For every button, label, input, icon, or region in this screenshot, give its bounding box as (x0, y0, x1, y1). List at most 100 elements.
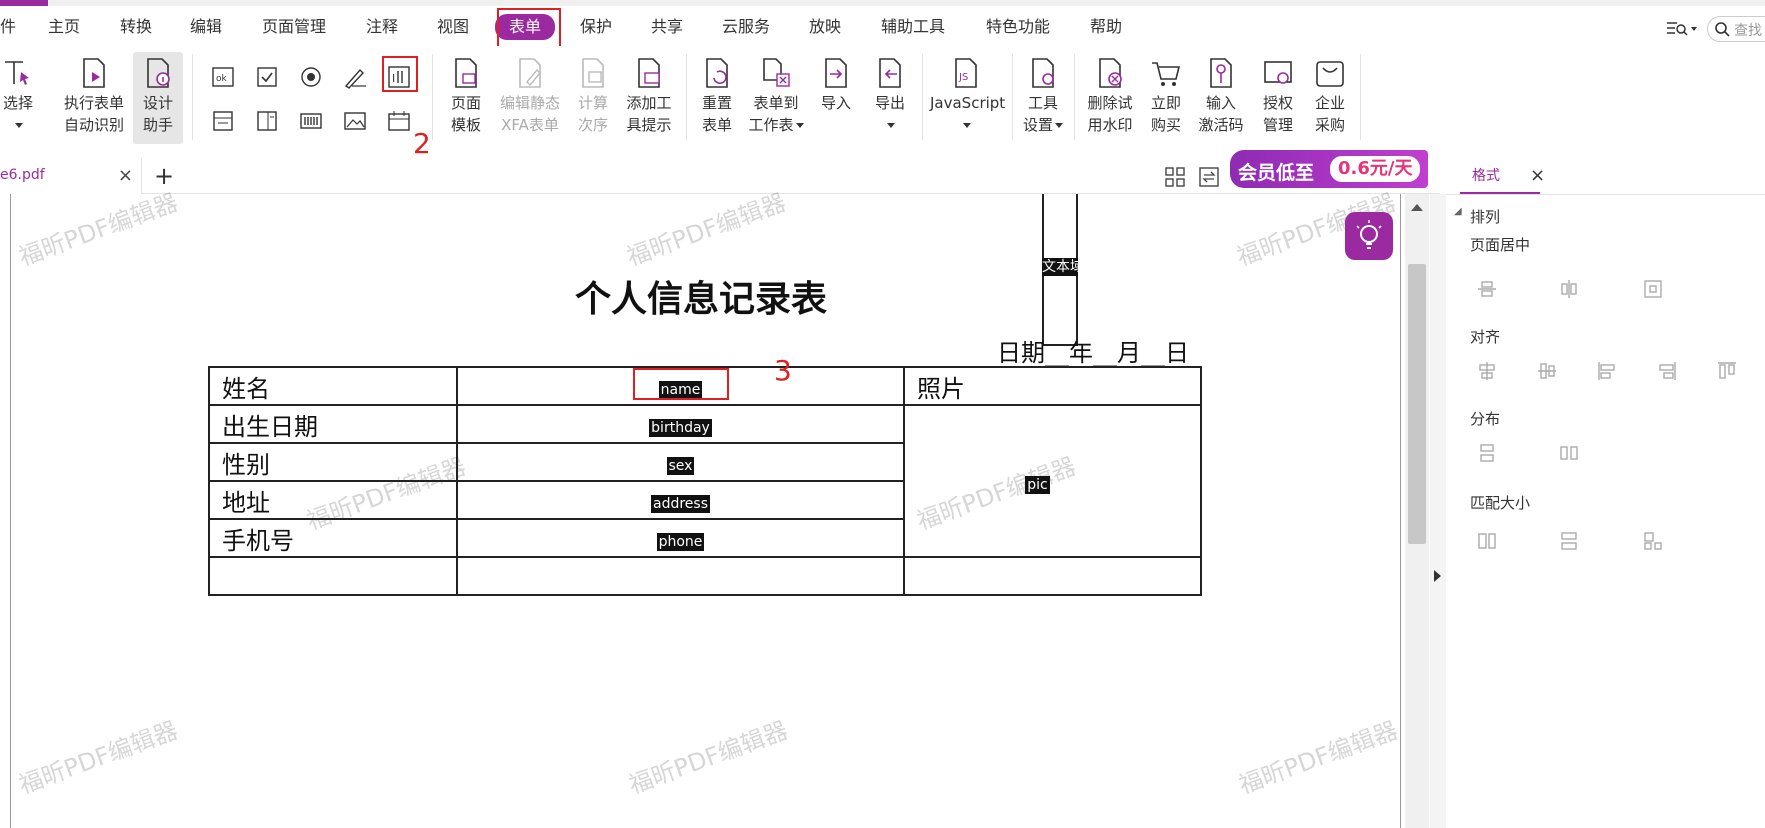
lightbulb-icon (1356, 220, 1382, 249)
select-tool-button[interactable]: 选择 (0, 56, 36, 136)
menu-form[interactable]: 表单 (495, 14, 556, 40)
calc-label-1: 计算 (577, 94, 608, 112)
license-label-2: 管理 (1262, 116, 1293, 134)
export-button[interactable]: 导出 (870, 56, 910, 136)
text-select-icon (5, 61, 29, 85)
reset-form-button[interactable]: 重置 表单 (696, 56, 738, 136)
form-to-sheet-button[interactable]: 表单到 工作表 (744, 56, 808, 136)
panel-collapse-strip[interactable] (1430, 194, 1446, 828)
activate-label-2: 激活码 (1198, 116, 1244, 134)
signature-field-icon[interactable] (342, 64, 368, 90)
match-width-icon[interactable] (1476, 530, 1498, 552)
align-right-icon[interactable] (1656, 360, 1678, 382)
menu-page-manage[interactable]: 页面管理 (262, 16, 326, 38)
grid-view-icon[interactable] (1164, 166, 1186, 188)
image-field-icon[interactable] (342, 108, 368, 134)
run-form-icon (83, 58, 105, 88)
import-button[interactable]: 导入 (816, 56, 856, 114)
tool-settings-button[interactable]: 工具 设置 (1020, 56, 1066, 136)
menu-features[interactable]: 特色功能 (986, 16, 1050, 38)
to-sheet-caret-icon (795, 123, 804, 128)
buy-now-button[interactable]: 立即 购买 (1146, 56, 1186, 136)
center-horizontal-icon[interactable] (1476, 278, 1498, 300)
search-options-icon[interactable] (1665, 18, 1699, 40)
form-field-pic[interactable]: pic (1025, 476, 1050, 494)
form-field-name[interactable]: name (658, 381, 703, 399)
svg-text:I: I (392, 72, 395, 85)
license-manage-button[interactable]: 授权 管理 (1258, 56, 1298, 136)
close-tab-icon[interactable]: × (118, 165, 133, 186)
form-field-sex[interactable]: sex (666, 457, 695, 475)
list-box-icon[interactable] (210, 108, 236, 134)
add-tooltip-button[interactable]: 添加工 具提示 (620, 56, 678, 136)
align-center-h-icon[interactable] (1476, 360, 1498, 382)
reset-label-2: 表单 (701, 116, 732, 134)
close-panel-icon[interactable]: × (1530, 158, 1545, 194)
menu-convert[interactable]: 转换 (120, 16, 152, 38)
menu-protect[interactable]: 保护 (580, 16, 612, 38)
menu-slideshow[interactable]: 放映 (809, 16, 841, 38)
date-field-icon[interactable] (386, 108, 412, 134)
match-both-icon[interactable] (1642, 530, 1664, 552)
enterprise-purchase-button[interactable]: 企业 采购 (1310, 56, 1350, 136)
design-assistant-icon (147, 58, 170, 88)
menu-cloud[interactable]: 云服务 (722, 16, 770, 38)
promo-banner[interactable]: 会员低至 0.6元/天 (1230, 150, 1428, 188)
scrollbar-thumb[interactable] (1408, 264, 1426, 544)
align-middle-icon[interactable] (1536, 360, 1558, 382)
design-assistant-button[interactable]: 设计 助手 (133, 52, 183, 144)
document-tab[interactable]: e6.pdf × (0, 158, 142, 194)
button-field-icon[interactable]: ok (210, 64, 236, 90)
search-area: 查找 (1665, 16, 1765, 42)
text-field-icon[interactable]: I (386, 64, 412, 90)
shopping-bag-icon (1316, 61, 1344, 87)
match-height-icon[interactable] (1558, 530, 1580, 552)
scroll-up-icon[interactable] (1411, 204, 1423, 211)
distribute-horizontal-icon[interactable] (1558, 442, 1580, 464)
menu-edit[interactable]: 编辑 (190, 16, 222, 38)
page-template-button[interactable]: 页面 模板 (444, 56, 488, 136)
row-label: 手机号 (208, 518, 458, 558)
license-icon (1264, 61, 1292, 84)
distribute-vertical-icon[interactable] (1476, 442, 1498, 464)
barcode-field-icon[interactable] (298, 108, 324, 134)
run-form-recognition-button[interactable]: 执行表单 自动识别 (58, 56, 130, 136)
menu-assist-tools[interactable]: 辅助工具 (881, 16, 945, 38)
center-vertical-icon[interactable] (1558, 278, 1580, 300)
edit-static-xfa-button[interactable]: 编辑静态 XFA表单 (494, 56, 566, 136)
ribbon-separator (686, 54, 687, 140)
vertical-scrollbar[interactable] (1405, 194, 1429, 828)
menu-view[interactable]: 视图 (437, 16, 469, 38)
form-field-birthday[interactable]: birthday (649, 419, 712, 437)
activation-code-button[interactable]: 输入 激活码 (1194, 56, 1248, 136)
menu-home[interactable]: 主页 (48, 16, 80, 38)
text-field-widget[interactable]: 文本域 (1042, 194, 1078, 346)
menu-share[interactable]: 共享 (651, 16, 683, 38)
javascript-button[interactable]: JS JavaScript (930, 56, 1005, 136)
switch-view-icon[interactable] (1198, 166, 1220, 188)
calculation-order-button[interactable]: 计算 次序 (572, 56, 614, 136)
menu-comment[interactable]: 注释 (366, 16, 398, 38)
remove-watermark-button[interactable]: 删除试 用水印 (1084, 56, 1136, 136)
smart-tips-button[interactable] (1345, 212, 1393, 260)
form-field-phone[interactable]: phone (656, 533, 705, 551)
search-input[interactable]: 查找 (1707, 16, 1765, 42)
page-center-label: 页面居中 (1470, 236, 1531, 254)
align-left-icon[interactable] (1596, 360, 1618, 382)
tab-format[interactable]: 格式 × (1460, 158, 1545, 194)
collapse-triangle-icon[interactable]: ◢ (1454, 206, 1462, 217)
menu-file[interactable]: 件 (0, 16, 16, 38)
radio-field-icon[interactable] (298, 64, 324, 90)
run-form-label-2: 自动识别 (63, 116, 124, 134)
ribbon-separator (192, 54, 193, 140)
distribute-label: 分布 (1470, 410, 1501, 428)
center-both-icon[interactable] (1642, 278, 1664, 300)
field-cell: sex (456, 442, 905, 482)
combo-box-icon[interactable] (254, 108, 280, 134)
expand-arrow-icon[interactable] (1434, 570, 1441, 582)
checkbox-field-icon[interactable] (254, 64, 280, 90)
align-top-icon[interactable] (1716, 360, 1738, 382)
annotation-number-3: 3 (774, 354, 792, 387)
form-field-address[interactable]: address (650, 495, 710, 513)
menu-help[interactable]: 帮助 (1090, 16, 1122, 38)
